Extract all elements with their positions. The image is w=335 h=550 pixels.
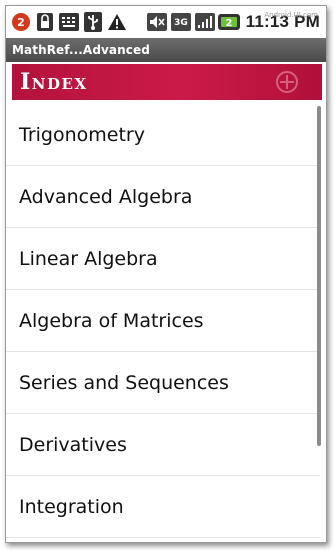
list-item-label: Derivatives [19, 433, 127, 456]
battery-level: 2 [225, 18, 232, 29]
app-title-bar: MathRef...Advanced [6, 38, 326, 62]
notification-count: 2 [12, 13, 30, 31]
usb-icon [82, 11, 104, 33]
list-item[interactable]: Advanced Algebra [6, 166, 320, 228]
list-item[interactable]: Algebra of Matrices [6, 290, 320, 352]
scrollbar[interactable] [317, 106, 321, 446]
network-3g-icon: 3G [170, 11, 192, 33]
index-list: Trigonometry Advanced Algebra Linear Algeb… [6, 104, 320, 538]
mute-icon [146, 11, 168, 33]
index-title: Index [20, 69, 88, 95]
list-item[interactable]: Derivatives [6, 414, 320, 476]
list-item[interactable]: Linear Algebra [6, 228, 320, 290]
list-item-label: Linear Algebra [19, 247, 158, 270]
list-item[interactable]: Trigonometry [6, 104, 320, 166]
list-item-label: Series and Sequences [19, 371, 229, 394]
phone-screen: 2 3G 2 11:13 PM Android.UI.com MathRef..… [5, 5, 327, 543]
app-title: MathRef...Advanced [12, 43, 150, 57]
math-logo-icon [276, 71, 298, 93]
battery-icon: 2 [217, 11, 240, 33]
list-item[interactable]: Series and Sequences [6, 352, 320, 414]
index-header: Index [12, 64, 322, 100]
list-item-label: Algebra of Matrices [19, 309, 204, 332]
list-item-label: Trigonometry [19, 123, 145, 146]
list-item[interactable]: Integration [6, 476, 320, 538]
status-bar: 2 3G 2 11:13 PM Android.UI.com [6, 6, 326, 38]
notification-badge-icon[interactable]: 2 [10, 11, 32, 33]
network-type-label: 3G [174, 18, 188, 28]
keyboard-icon [58, 11, 80, 33]
list-item-label: Advanced Algebra [19, 185, 193, 208]
warning-icon [106, 11, 128, 33]
lock-icon [34, 11, 56, 33]
signal-icon [194, 11, 216, 33]
list-item-label: Integration [19, 495, 124, 518]
watermark: Android.UI.com [264, 11, 318, 19]
